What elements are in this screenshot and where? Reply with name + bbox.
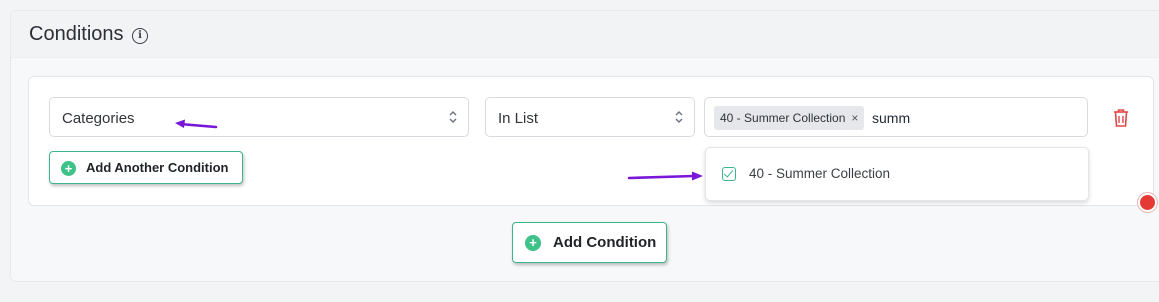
field-select-value: Categories bbox=[62, 110, 135, 127]
plus-circle-icon: + bbox=[525, 235, 541, 251]
info-icon[interactable]: i bbox=[132, 28, 148, 44]
option-checkbox[interactable] bbox=[722, 167, 736, 181]
values-search-input[interactable]: summ bbox=[872, 110, 910, 126]
chevron-updown-icon bbox=[449, 111, 457, 123]
panel-header: Conditions i bbox=[11, 11, 1159, 58]
add-condition-label: Add Condition bbox=[553, 234, 657, 251]
add-another-condition-button[interactable]: + Add Another Condition bbox=[49, 151, 243, 184]
option-label: 40 - Summer Collection bbox=[749, 166, 891, 181]
tag-remove-icon[interactable]: × bbox=[851, 111, 858, 125]
check-icon bbox=[723, 167, 734, 178]
panel-title: Conditions bbox=[29, 23, 124, 45]
add-another-condition-label: Add Another Condition bbox=[86, 160, 229, 175]
operator-select[interactable]: In List bbox=[485, 97, 695, 137]
values-multiselect[interactable]: 40 - Summer Collection × summ bbox=[704, 97, 1088, 137]
annotation-arrow-icon bbox=[175, 119, 218, 129]
selected-tag: 40 - Summer Collection × bbox=[714, 106, 865, 130]
close-circle-icon[interactable] bbox=[1138, 193, 1157, 212]
chevron-updown-icon bbox=[675, 111, 683, 123]
field-select[interactable]: Categories bbox=[49, 97, 469, 137]
add-condition-button[interactable]: + Add Condition bbox=[512, 222, 667, 263]
values-dropdown: 40 - Summer Collection bbox=[705, 147, 1089, 201]
operator-select-value: In List bbox=[498, 110, 539, 127]
trash-icon[interactable] bbox=[1112, 108, 1130, 128]
annotation-arrow-icon bbox=[627, 171, 703, 181]
plus-circle-icon: + bbox=[61, 161, 76, 176]
selected-tag-label: 40 - Summer Collection bbox=[720, 111, 846, 125]
